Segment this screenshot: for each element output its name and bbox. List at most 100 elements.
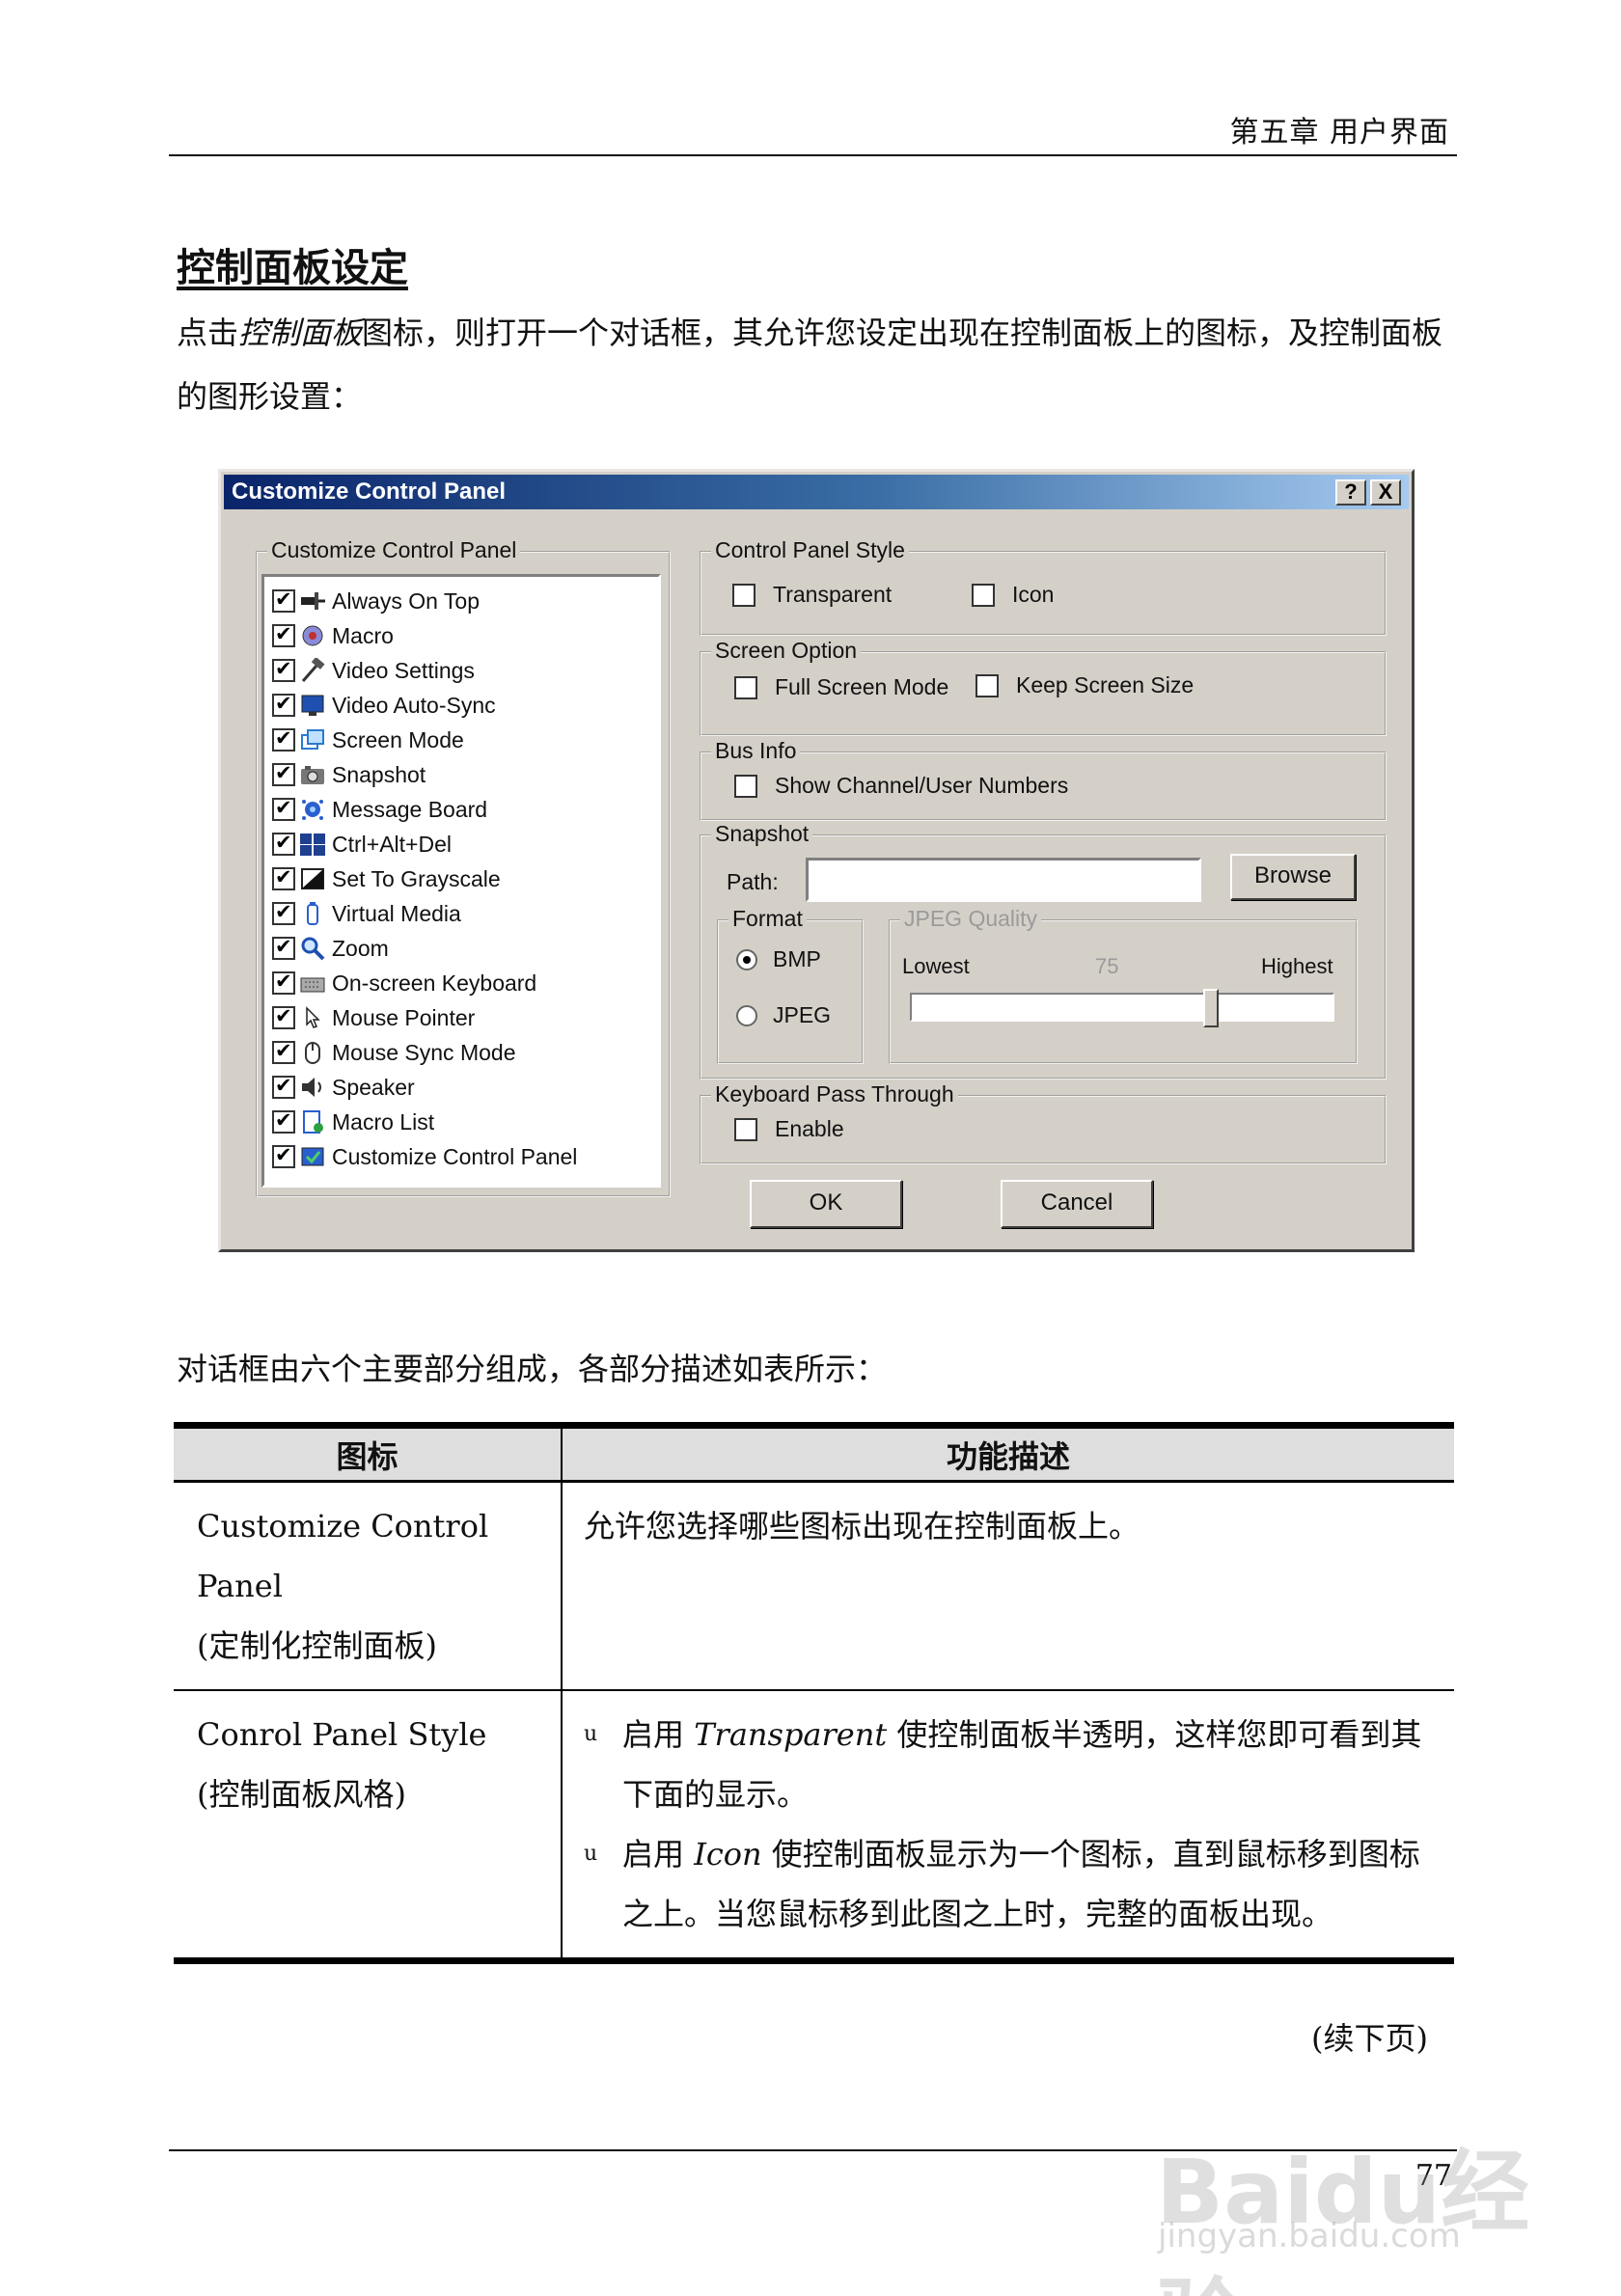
bullet-marker: u <box>584 1842 598 1866</box>
list-item-video-auto-sync[interactable]: Video Auto-Sync <box>272 689 496 722</box>
row-name-cell: Conrol Panel Style (控制面板风格) <box>174 1690 562 1964</box>
show-numbers-checkbox[interactable] <box>734 774 757 798</box>
format-legend: Format <box>728 906 807 932</box>
keyboard-pass-through-legend: Keyboard Pass Through <box>711 1081 958 1107</box>
list-item-message-board[interactable]: Message Board <box>272 793 487 826</box>
customize-dialog: Customize Control Panel ? X Customize Co… <box>218 469 1415 1252</box>
checkbox[interactable] <box>272 588 295 613</box>
jpeg-radio-option[interactable]: JPEG <box>736 1002 831 1028</box>
keys-icon <box>298 831 327 858</box>
bullet-transparent: u 启用 Transparent 使控制面板半透明，这样您即可看到其下面的显示。 <box>584 1705 1441 1824</box>
intro-italic-term: 控制面板 <box>238 314 363 351</box>
list-item-macro[interactable]: Macro <box>272 619 394 652</box>
checkbox[interactable] <box>272 692 295 717</box>
list-item-mouse-sync-mode[interactable]: Mouse Sync Mode <box>272 1036 515 1069</box>
list-item-on-screen-keyboard[interactable]: On-screen Keyboard <box>272 967 536 999</box>
checkbox[interactable] <box>272 622 295 647</box>
checkbox[interactable] <box>272 1074 295 1099</box>
monitor-sync-icon <box>298 692 327 719</box>
path-input[interactable] <box>806 858 1201 902</box>
keep-screen-size-checkbox[interactable] <box>975 673 999 697</box>
jpeg-quality-group: JPEG Quality <box>889 906 1358 1064</box>
list-item-always-on-top[interactable]: Always On Top <box>272 585 480 617</box>
page-number: 77 <box>1415 2159 1452 2193</box>
macro-list-icon <box>298 1108 327 1135</box>
header-description: 功能描述 <box>561 1422 1454 1483</box>
table-intro: 对话框由六个主要部分组成，各部分描述如表所示： <box>177 1351 888 1387</box>
virtual-media-icon <box>298 900 327 927</box>
ok-button[interactable]: OK <box>750 1180 902 1228</box>
enable-option[interactable]: Enable <box>734 1116 844 1142</box>
transparent-checkbox[interactable] <box>732 583 756 607</box>
checkbox[interactable] <box>272 865 295 890</box>
list-item-set-to-grayscale[interactable]: Set To Grayscale <box>272 862 501 895</box>
bmp-radio-option[interactable]: BMP <box>736 946 821 972</box>
footer-rule <box>169 2149 1457 2151</box>
checkbox[interactable] <box>272 657 295 682</box>
header-rule <box>169 154 1457 156</box>
zoom-icon <box>298 935 327 962</box>
style-group-legend: Control Panel Style <box>711 537 909 563</box>
camera-icon <box>298 761 327 788</box>
checkbox[interactable] <box>272 1004 295 1029</box>
row-name-cell: Customize Control Panel (定制化控制面板) <box>174 1481 562 1691</box>
grayscale-icon <box>298 865 327 892</box>
customize-group-legend: Customize Control Panel <box>267 537 521 563</box>
message-board-icon <box>298 796 327 823</box>
checkbox[interactable] <box>272 1039 295 1064</box>
list-item-ctrl-alt-del[interactable]: Ctrl+Alt+Del <box>272 828 452 861</box>
macro-icon <box>298 622 327 649</box>
bmp-radio[interactable] <box>736 948 757 970</box>
enable-checkbox[interactable] <box>734 1117 757 1141</box>
quality-lowest-label: Lowest <box>902 954 970 978</box>
quality-value: 75 <box>1095 954 1119 978</box>
full-screen-checkbox[interactable] <box>734 675 757 699</box>
icon-checklist: Always On Top Macro Video Settings Video… <box>261 574 661 1188</box>
keep-screen-size-option[interactable]: Keep Screen Size <box>975 672 1194 698</box>
table-row: Customize Control Panel (定制化控制面板) 允许您选择哪… <box>174 1481 1454 1691</box>
snapshot-legend: Snapshot <box>711 821 813 847</box>
header-icon: 图标 <box>174 1422 562 1483</box>
close-button[interactable]: X <box>1370 479 1401 506</box>
list-item-mouse-pointer[interactable]: Mouse Pointer <box>272 1001 475 1034</box>
quality-slider[interactable] <box>910 989 1334 1027</box>
list-item-zoom[interactable]: Zoom <box>272 932 389 965</box>
checkbox[interactable] <box>272 900 295 925</box>
cancel-button[interactable]: Cancel <box>1001 1180 1153 1228</box>
list-item-macro-list[interactable]: Macro List <box>272 1106 434 1138</box>
screen-mode-icon <box>298 726 327 753</box>
list-item-customize-control-panel[interactable]: Customize Control Panel <box>272 1140 577 1173</box>
quality-slider-thumb[interactable] <box>1203 989 1219 1027</box>
checkbox[interactable] <box>272 761 295 786</box>
screen-option-legend: Screen Option <box>711 638 862 664</box>
browse-button[interactable]: Browse <box>1230 854 1356 900</box>
help-button[interactable]: ? <box>1335 479 1366 506</box>
format-group: Format <box>717 906 864 1064</box>
keyboard-icon <box>298 970 327 997</box>
continued-note: (续下页) <box>1311 2020 1428 2057</box>
checkbox[interactable] <box>272 935 295 960</box>
list-item-screen-mode[interactable]: Screen Mode <box>272 724 464 756</box>
checkbox[interactable] <box>272 1108 295 1134</box>
quality-highest-label: Highest <box>1261 954 1333 978</box>
list-item-virtual-media[interactable]: Virtual Media <box>272 897 461 930</box>
mouse-icon <box>298 1039 327 1066</box>
checkbox[interactable] <box>272 796 295 821</box>
list-item-speaker[interactable]: Speaker <box>272 1071 415 1104</box>
show-numbers-option[interactable]: Show Channel/User Numbers <box>734 773 1068 799</box>
jpeg-radio[interactable] <box>736 1004 757 1026</box>
icon-option[interactable]: Icon <box>972 582 1054 608</box>
jpeg-quality-legend: JPEG Quality <box>900 906 1042 932</box>
checkbox[interactable] <box>272 831 295 856</box>
full-screen-option[interactable]: Full Screen Mode <box>734 674 948 700</box>
transparent-option[interactable]: Transparent <box>732 582 892 608</box>
icon-checkbox[interactable] <box>972 583 995 607</box>
list-item-snapshot[interactable]: Snapshot <box>272 758 426 791</box>
list-item-video-settings[interactable]: Video Settings <box>272 654 475 687</box>
bullet-marker: u <box>584 1722 598 1746</box>
checkbox[interactable] <box>272 1143 295 1168</box>
checkbox[interactable] <box>272 726 295 752</box>
dialog-title: Customize Control Panel <box>232 478 507 505</box>
checkbox[interactable] <box>272 970 295 995</box>
table-header-row: 图标 功能描述 <box>174 1422 1454 1483</box>
